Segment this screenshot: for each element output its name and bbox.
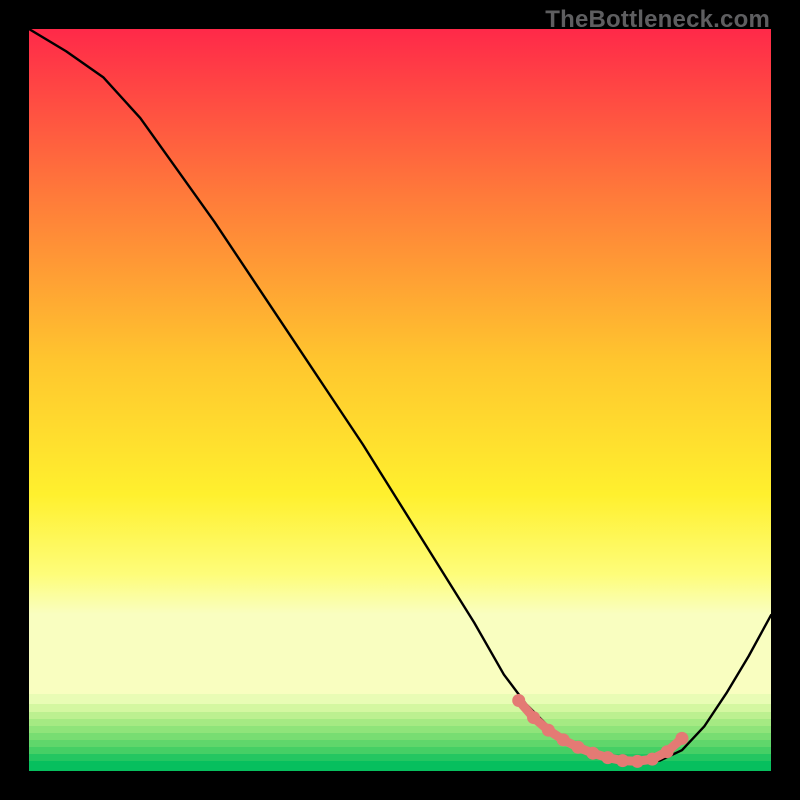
curve-path [29,29,771,762]
marker-dot [601,751,614,764]
marker-dot [616,754,629,767]
marker-dot [631,755,644,768]
chart-stage: TheBottleneck.com [0,0,800,800]
marker-dot [542,724,555,737]
marker-dot [586,747,599,760]
marker-dot [572,741,585,754]
plot-area [29,29,771,771]
marker-dot [527,711,540,724]
marker-dot [557,733,570,746]
marker-dot [675,732,688,745]
curve-layer [29,29,771,771]
marker-dot [646,753,659,766]
marker-dot [661,745,674,758]
marker-dot [512,694,525,707]
